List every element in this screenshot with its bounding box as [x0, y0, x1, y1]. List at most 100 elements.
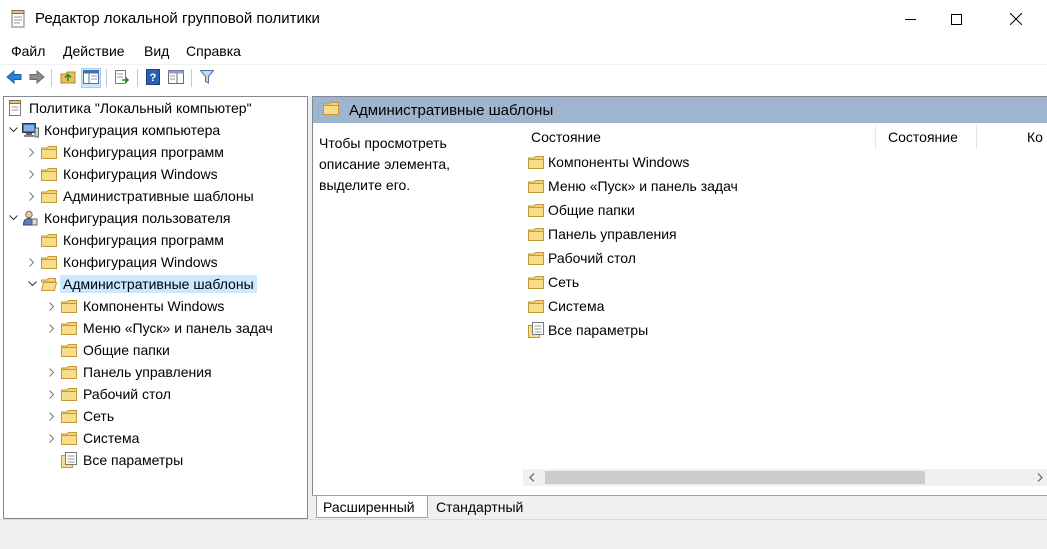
description-line: выделите его. [319, 177, 411, 193]
column-header-state[interactable]: Состояние [888, 123, 958, 150]
tree-item-system[interactable]: Система [44, 427, 139, 449]
chevron-down-icon[interactable] [5, 119, 21, 141]
properties-pane-button[interactable] [166, 68, 186, 88]
tree-label: Система [83, 430, 140, 446]
details-title: Административные шаблоны [349, 101, 554, 119]
tree-item-control-panel[interactable]: Панель управления [44, 361, 212, 383]
status-bar [0, 519, 1047, 549]
back-button[interactable] [4, 68, 24, 88]
tree-item-root[interactable]: Политика "Локальный компьютер" [6, 97, 252, 119]
tree-item-shared-folders[interactable]: Общие папки [44, 339, 170, 361]
minimize-button[interactable] [887, 0, 933, 38]
tab-standard[interactable]: Стандартный [430, 496, 538, 518]
chevron-right-icon[interactable] [44, 427, 60, 449]
tree-item-start-menu[interactable]: Меню «Пуск» и панель задач [44, 317, 273, 339]
tree-item-desktop[interactable]: Рабочий стол [44, 383, 171, 405]
tree-label: Общие папки [83, 342, 170, 358]
chevron-right-icon[interactable] [44, 317, 60, 339]
list-item-label: Меню «Пуск» и панель задач [548, 178, 738, 194]
chevron-right-icon[interactable] [44, 295, 60, 317]
close-button[interactable] [993, 0, 1039, 38]
folder-icon [528, 178, 544, 194]
list-item[interactable]: Меню «Пуск» и панель задач [528, 174, 738, 198]
column-separator[interactable] [875, 125, 876, 149]
chevron-down-icon[interactable] [24, 273, 40, 295]
help-button[interactable]: ? [143, 68, 163, 88]
tree-label: Политика "Локальный компьютер" [29, 100, 252, 116]
tree-item-network[interactable]: Сеть [44, 405, 114, 427]
tab-extended[interactable]: Расширенный [316, 496, 428, 518]
toolbar-separator [191, 69, 192, 87]
filter-icon [199, 69, 215, 87]
tree-item-uc-admin-templates[interactable]: Административные шаблоны [24, 273, 257, 295]
settings-list[interactable]: Состояние Состояние Ко Компоненты Window… [523, 123, 1047, 469]
menu-action[interactable]: Действие [63, 43, 125, 59]
chevron-right-icon[interactable] [24, 185, 40, 207]
maximize-icon [950, 13, 962, 25]
scroll-left-icon[interactable] [523, 469, 540, 486]
chevron-right-icon[interactable] [44, 361, 60, 383]
tree-item-cc-admin-templates[interactable]: Административные шаблоны [24, 185, 254, 207]
open-folder-icon [40, 276, 58, 292]
chevron-right-icon[interactable] [44, 383, 60, 405]
folder-icon [60, 298, 78, 314]
show-hide-tree-button[interactable] [81, 68, 101, 88]
tree-label: Все параметры [83, 452, 184, 468]
window-title: Редактор локальной групповой политики [35, 10, 320, 27]
close-icon [1010, 13, 1022, 25]
maximize-button[interactable] [933, 0, 979, 38]
chevron-right-icon[interactable] [24, 251, 40, 273]
menu-file[interactable]: Файл [11, 43, 45, 59]
horizontal-scrollbar[interactable] [523, 469, 1047, 486]
chevron-right-icon[interactable] [24, 163, 40, 185]
folder-icon [60, 408, 78, 424]
list-item[interactable]: Панель управления [528, 222, 677, 246]
list-item-label: Все параметры [548, 322, 649, 338]
list-item[interactable]: Сеть [528, 270, 579, 294]
chevron-right-icon[interactable] [24, 141, 40, 163]
tree-item-cc-programs[interactable]: Конфигурация программ [24, 141, 224, 163]
column-header-comment[interactable]: Ко [1027, 123, 1043, 150]
list-item[interactable]: Все параметры [528, 318, 648, 342]
list-item-label: Компоненты Windows [548, 154, 690, 170]
column-header-setting[interactable]: Состояние [531, 123, 601, 150]
tree-label: Конфигурация пользователя [44, 210, 231, 226]
list-item[interactable]: Общие папки [528, 198, 635, 222]
list-item[interactable]: Система [528, 294, 604, 318]
tree-item-all-settings[interactable]: Все параметры [44, 449, 183, 471]
toolbar-separator [51, 69, 52, 87]
tree-item-uc-programs[interactable]: Конфигурация программ [24, 229, 224, 251]
up-level-button[interactable] [58, 68, 78, 88]
column-separator[interactable] [976, 125, 977, 149]
list-item[interactable]: Рабочий стол [528, 246, 636, 270]
policy-document-icon [6, 100, 24, 116]
folder-icon [528, 250, 544, 266]
toolbar-separator [106, 69, 107, 87]
export-list-button[interactable] [112, 68, 132, 88]
menu-view[interactable]: Вид [144, 43, 169, 59]
forward-button[interactable] [27, 68, 47, 88]
tree-item-windows-components[interactable]: Компоненты Windows [44, 295, 224, 317]
menu-bar: Файл Действие Вид Справка [0, 38, 1047, 64]
folder-icon [60, 430, 78, 446]
tree-item-uc-windows[interactable]: Конфигурация Windows [24, 251, 218, 273]
filter-button[interactable] [197, 68, 217, 88]
tree-item-cc-windows[interactable]: Конфигурация Windows [24, 163, 218, 185]
chevron-down-icon[interactable] [5, 207, 21, 229]
settings-list-icon [528, 322, 544, 338]
folder-icon [40, 188, 58, 204]
tree-item-user-config[interactable]: Конфигурация пользователя [5, 207, 231, 229]
chevron-right-icon[interactable] [44, 405, 60, 427]
list-item[interactable]: Компоненты Windows [528, 150, 689, 174]
menu-help[interactable]: Справка [186, 43, 241, 59]
scroll-right-icon[interactable] [1031, 469, 1047, 486]
view-tabs: Расширенный Стандартный [312, 495, 1047, 519]
scrollbar-thumb[interactable] [545, 471, 925, 484]
folder-icon [323, 102, 339, 118]
folder-icon [528, 274, 544, 290]
tree-label: Рабочий стол [83, 386, 171, 402]
console-tree[interactable]: Политика "Локальный компьютер" Конфигура… [3, 96, 308, 519]
folder-icon [60, 320, 78, 336]
details-header: Административные шаблоны [313, 97, 1047, 123]
tree-item-computer-config[interactable]: Конфигурация компьютера [5, 119, 220, 141]
